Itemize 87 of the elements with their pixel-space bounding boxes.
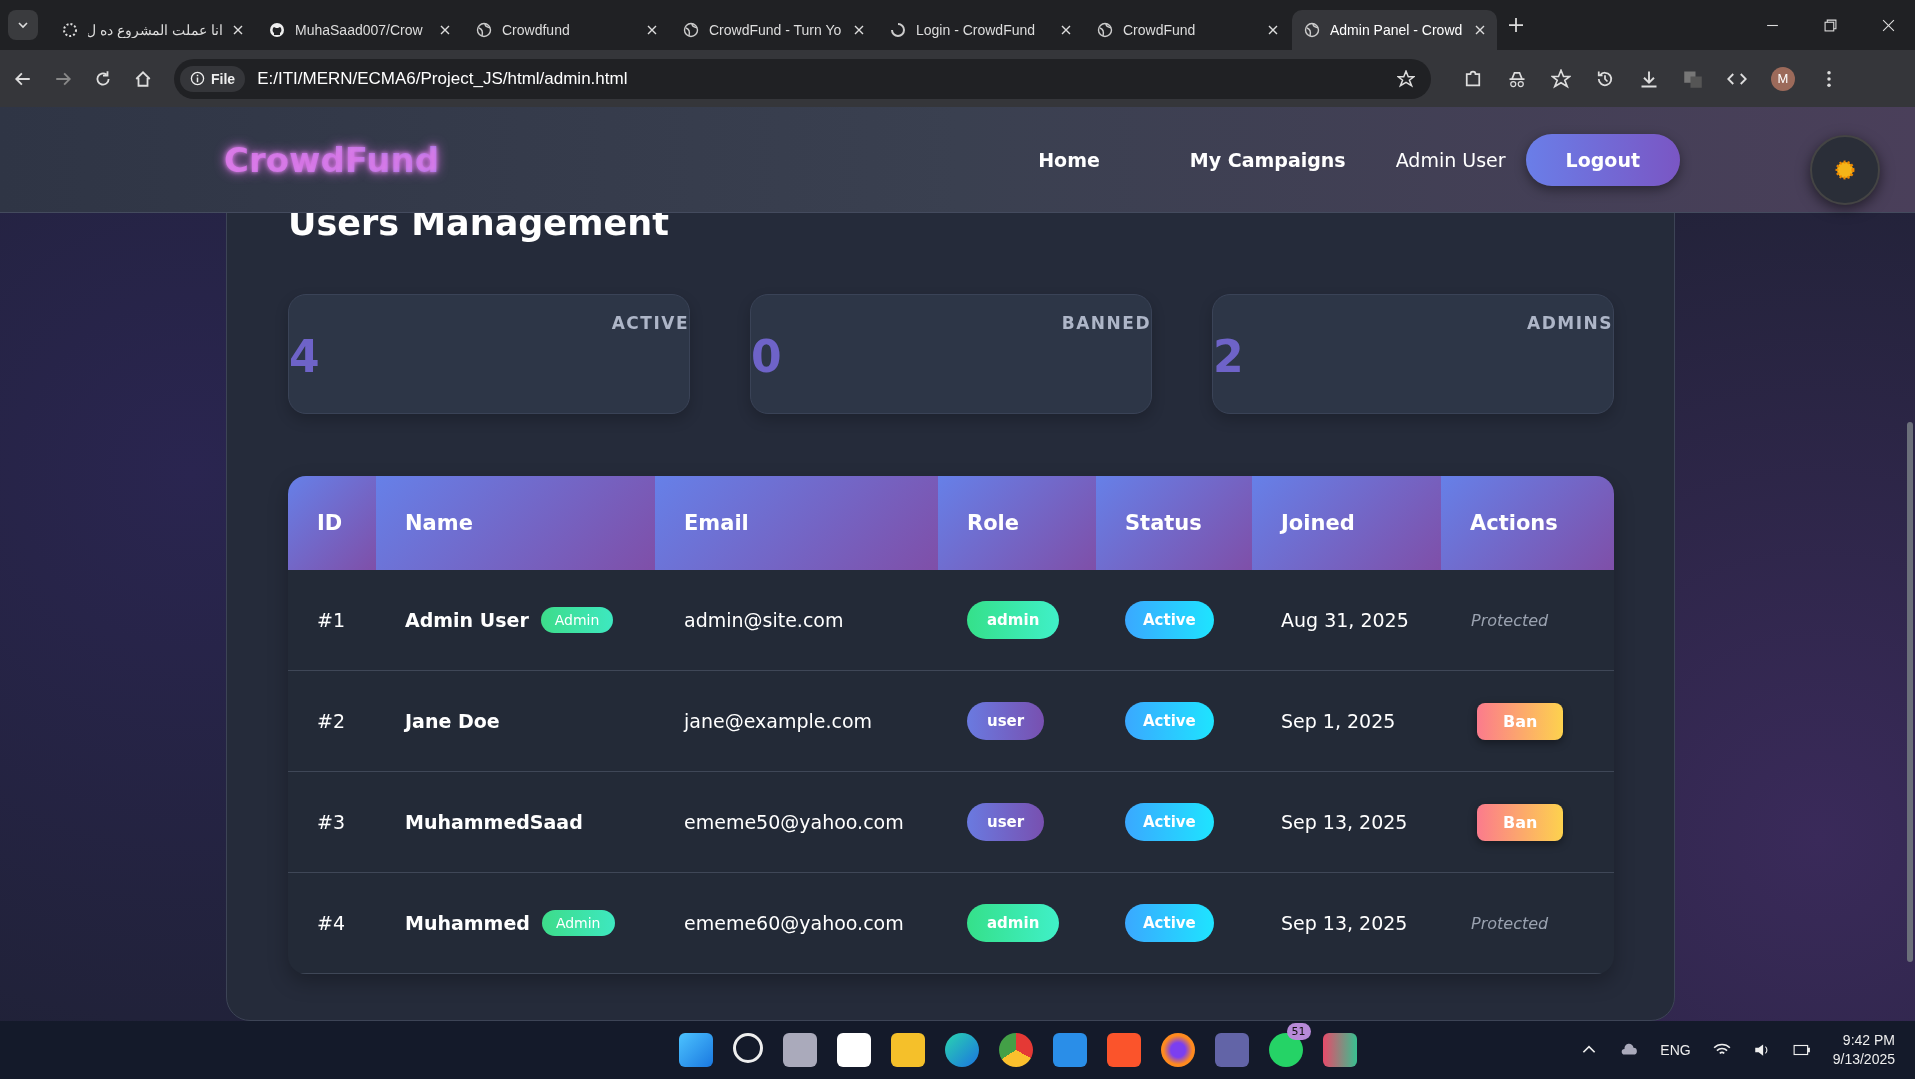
close-icon[interactable]	[440, 25, 450, 35]
stat-label: ACTIVE	[611, 313, 689, 333]
table-cell-text: #1	[316, 608, 346, 633]
browser-tab[interactable]: Admin Panel - Crowd	[1292, 10, 1497, 50]
restore-icon[interactable]	[1824, 18, 1837, 32]
close-icon[interactable]	[854, 25, 864, 35]
browser-tab[interactable]: CrowdFund - Turn Yo	[671, 10, 876, 50]
new-tab-icon[interactable]	[1509, 18, 1523, 32]
table-cell-text: Sep 13, 2025	[1280, 810, 1409, 835]
page-title: Users Management	[288, 202, 670, 244]
protected-label: Protected	[1471, 913, 1549, 933]
close-icon[interactable]	[1061, 25, 1071, 35]
site-info-chip[interactable]: File	[180, 65, 246, 92]
loading-icon	[890, 22, 906, 38]
stat-value: 2	[1213, 335, 1245, 379]
role-badge: admin	[967, 904, 1060, 942]
caret-icon	[17, 19, 29, 31]
close-icon[interactable]	[1475, 25, 1485, 35]
address-field[interactable]: File E:/ITI/MERN/ECMA6/Project_JS/html/admin.html	[174, 58, 1431, 99]
table-cell-text: #4	[316, 911, 346, 936]
column-header: ID	[288, 476, 376, 570]
user-name: Admin User	[405, 609, 529, 631]
column-header: Status	[1096, 476, 1252, 570]
browser-tab[interactable]: CrowdFund	[1085, 10, 1290, 50]
table-cell-text: Aug 31, 2025	[1280, 608, 1410, 633]
user-name: Muhammed	[405, 912, 530, 934]
nav-link[interactable]: My Campaigns	[1164, 148, 1371, 171]
globe-icon	[1304, 22, 1320, 38]
admin-badge: Admin	[541, 910, 615, 936]
browser-tab[interactable]: Crowdfund	[464, 10, 669, 50]
table-cell-text: ememe60@yahoo.com	[683, 911, 905, 936]
status-badge: Active	[1125, 904, 1214, 942]
tab-search-button[interactable]	[8, 10, 38, 40]
close-icon[interactable]	[647, 25, 657, 35]
star-icon[interactable]	[1551, 68, 1571, 89]
home-icon[interactable]	[134, 69, 152, 88]
url-text: E:/ITI/MERN/ECMA6/Project_JS/html/admin.html	[257, 68, 629, 89]
clock-date[interactable]: 9/13/2025	[1832, 1050, 1895, 1069]
theme-toggle-button[interactable]	[1810, 134, 1880, 205]
profile-avatar[interactable]: M	[1771, 66, 1795, 91]
clock-time[interactable]: 9:42 PM	[1842, 1031, 1895, 1050]
column-header: Role	[938, 476, 1096, 570]
table-cell-text: Sep 13, 2025	[1280, 911, 1409, 936]
role-badge: user	[967, 702, 1045, 740]
globe-icon	[683, 22, 699, 38]
admin-badge: Admin	[540, 607, 614, 633]
stat-value: 4	[289, 335, 321, 379]
close-icon[interactable]	[233, 25, 243, 35]
info-icon	[190, 71, 205, 86]
notification-badge: 51	[1286, 1023, 1311, 1040]
protected-label: Protected	[1471, 610, 1549, 630]
language-indicator[interactable]: ENG	[1660, 1042, 1691, 1058]
globe-icon	[1097, 22, 1113, 38]
reload-icon[interactable]	[94, 69, 112, 88]
table-cell-text: jane@example.com	[682, 709, 874, 734]
column-header: Email	[655, 476, 938, 570]
table-cell-text: #2	[316, 709, 346, 734]
logout-button[interactable]: Logout	[1525, 133, 1680, 186]
table-cell-text: Sep 1, 2025	[1280, 709, 1397, 734]
status-badge: Active	[1125, 803, 1214, 841]
browser-tab[interactable]: انا عملت المشروع ده ل	[50, 10, 255, 50]
star-icon[interactable]	[1397, 69, 1415, 88]
status-badge: Active	[1125, 601, 1214, 639]
column-header: Actions	[1441, 476, 1614, 570]
table-cell-text: admin@site.com	[683, 608, 845, 633]
browser-tab[interactable]: Login - CrowdFund	[878, 10, 1083, 50]
github-icon	[269, 22, 285, 38]
stat-label: ADMINS	[1527, 313, 1613, 333]
table-cell-text: #3	[316, 810, 346, 835]
column-header: Name	[376, 476, 655, 570]
column-header: Joined	[1252, 476, 1441, 570]
globe-icon	[476, 22, 492, 38]
nav-link[interactable]: Home	[1013, 148, 1125, 171]
close-icon[interactable]	[1882, 18, 1895, 32]
scrollbar[interactable]	[1907, 422, 1913, 962]
table-cell-text: ememe50@yahoo.com	[683, 810, 905, 835]
role-badge: user	[967, 803, 1045, 841]
user-name: Admin User	[1394, 148, 1507, 171]
stat-label: BANNED	[1061, 313, 1151, 333]
status-badge: Active	[1125, 702, 1214, 740]
site-icon	[62, 22, 78, 38]
user-name: MuhammedSaad	[405, 811, 583, 833]
stat-value: 0	[751, 335, 783, 379]
browser-tab[interactable]: MuhaSaad007/Crow	[257, 10, 462, 50]
role-badge: admin	[967, 601, 1060, 639]
close-icon[interactable]	[1268, 25, 1278, 35]
user-name: Jane Doe	[405, 710, 500, 732]
